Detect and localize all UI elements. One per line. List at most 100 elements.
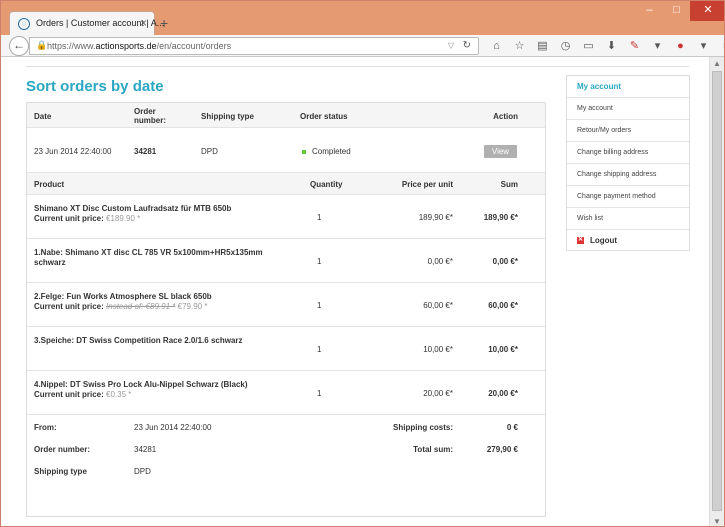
summary-shipping-type-value: DPD (134, 467, 151, 476)
product-name: 2.Felge: Fun Works Atmosphere SL black 6… (34, 292, 212, 311)
window-icon[interactable]: ▭ (577, 38, 600, 54)
header-date: Date (34, 112, 52, 121)
toolbar-icons: ⌂ ☆ ▤ ◷ ▭ ⬇ ✎ ▾ ● ▾ ≡ (485, 38, 724, 54)
sidebar-item-wish-list[interactable]: Wish list (567, 208, 689, 230)
sidebar-item-retour-orders[interactable]: Retour/My orders (567, 120, 689, 142)
table-row: 4.Nippel: DT Swiss Pro Lock Alu-Nippel S… (27, 371, 545, 415)
sidebar-heading[interactable]: My account (567, 76, 689, 98)
header-action: Action (493, 112, 518, 121)
item-sum: 189,90 €* (483, 213, 518, 222)
order-header-row: Date Order number: Shipping type Order s… (27, 103, 545, 128)
star-icon[interactable]: ☆ (508, 38, 531, 54)
window-close-icon[interactable]: ✕ (690, 1, 724, 21)
url-dropdown-icon[interactable]: ▽ (448, 41, 454, 50)
total-sum-label: Total sum: (413, 445, 453, 454)
item-quantity: 1 (317, 345, 322, 354)
shipping-costs-label: Shipping costs: (393, 423, 453, 432)
order-date: 23 Jun 2014 22:40:00 (34, 147, 112, 156)
logout-link[interactable]: ✕ Logout (567, 230, 689, 252)
logout-icon: ✕ (577, 237, 584, 245)
browser-window: ◌ Orders | Customer account | A... × + –… (0, 0, 725, 527)
site-favicon-icon: ◌ (18, 18, 30, 30)
divider (26, 66, 689, 67)
account-sidebar: My account My account Retour/My orders C… (566, 75, 690, 251)
scroll-up-icon[interactable]: ▲ (713, 59, 721, 68)
order-number: 34281 (134, 147, 157, 156)
table-row: 3.Speiche: DT Swiss Competition Race 2.0… (27, 327, 545, 371)
history-icon[interactable]: ◷ (554, 38, 577, 54)
header-order-status: Order status (300, 112, 348, 121)
item-sum: 20,00 €* (488, 389, 518, 398)
page-title[interactable]: Sort orders by date (26, 78, 164, 95)
dropdown-icon[interactable]: ▾ (646, 38, 669, 54)
download-icon[interactable]: ⬇ (600, 38, 623, 54)
item-price: 20,00 €* (423, 389, 453, 398)
item-price: 10,00 €* (423, 345, 453, 354)
title-bar: ◌ Orders | Customer account | A... × + –… (1, 1, 724, 35)
items-header-row: Product Quantity Price per unit Sum (27, 173, 545, 195)
item-sum: 60,00 €* (488, 301, 518, 310)
sidebar-item-billing-address[interactable]: Change billing address (567, 142, 689, 164)
scroll-down-icon[interactable]: ▼ (713, 517, 721, 526)
reload-icon[interactable]: ↻ (463, 40, 471, 51)
header-order-number: Order number: (134, 107, 166, 125)
navigation-toolbar: ← 🔒 https://www.actionsports.de/en/accou… (1, 35, 724, 57)
url-text[interactable]: https://www.actionsports.de/en/account/o… (47, 41, 231, 51)
product-name: Shimano XT Disc Custom Laufradsatz für M… (34, 204, 232, 223)
browser-tab[interactable]: ◌ Orders | Customer account | A... × (9, 11, 164, 35)
back-arrow-icon[interactable]: ← (9, 36, 29, 56)
table-row: 2.Felge: Fun Works Atmosphere SL black 6… (27, 283, 545, 327)
product-name: 4.Nippel: DT Swiss Pro Lock Alu-Nippel S… (34, 380, 248, 399)
new-tab-icon[interactable]: + (160, 15, 168, 31)
order-shipping: DPD (201, 147, 218, 156)
table-row: Shimano XT Disc Custom Laufradsatz für M… (27, 195, 545, 239)
shipping-costs-value: 0 € (506, 423, 518, 432)
summary-order-number-value: 34281 (134, 445, 157, 454)
scroll-thumb[interactable] (712, 71, 722, 511)
lock-icon: 🔒 (36, 40, 48, 50)
item-price: 0,00 €* (427, 257, 453, 266)
order-summary: From: 23 Jun 2014 22:40:00 Shipping cost… (27, 416, 545, 516)
table-row: 1.Nabe: Shimano XT disc CL 785 VR 5x100m… (27, 239, 545, 283)
item-price: 189,90 €* (418, 213, 453, 222)
status-dot-icon (302, 149, 306, 154)
url-bar[interactable]: 🔒 https://www.actionsports.de/en/account… (29, 37, 479, 55)
header-shipping-type: Shipping type (201, 112, 254, 121)
item-quantity: 1 (317, 301, 322, 310)
item-sum: 0,00 €* (492, 257, 518, 266)
item-price: 60,00 €* (423, 301, 453, 310)
item-quantity: 1 (317, 389, 322, 398)
sidebar-item-my-account[interactable]: My account (567, 98, 689, 120)
total-sum-value: 279,90 € (486, 445, 518, 454)
header-sum: Sum (500, 180, 518, 189)
header-quantity: Quantity (310, 180, 343, 189)
tools-icon[interactable]: ✎ (623, 38, 646, 54)
summary-from-label: From: (34, 423, 57, 432)
view-order-button[interactable]: View (484, 145, 517, 158)
header-price-per-unit: Price per unit (401, 180, 453, 189)
item-quantity: 1 (317, 257, 322, 266)
product-name: 1.Nabe: Shimano XT disc CL 785 VR 5x100m… (34, 248, 263, 267)
vertical-scrollbar[interactable]: ▲ ▼ (709, 57, 724, 526)
summary-shipping-type-label: Shipping type (34, 467, 87, 476)
order-row: 23 Jun 2014 22:40:00 34281 DPD Completed… (27, 128, 545, 173)
sidebar-item-shipping-address[interactable]: Change shipping address (567, 164, 689, 186)
header-product: Product (34, 180, 65, 189)
dropdown-icon[interactable]: ▾ (692, 38, 715, 54)
summary-from-value: 23 Jun 2014 22:40:00 (134, 423, 212, 432)
tab-close-icon[interactable]: × (140, 16, 147, 30)
product-name: 3.Speiche: DT Swiss Competition Race 2.0… (34, 336, 243, 345)
minimize-icon[interactable]: – (636, 1, 663, 21)
maximize-icon[interactable]: □ (663, 1, 690, 21)
clipboard-icon[interactable]: ▤ (531, 38, 554, 54)
summary-order-number-label: Order number: (34, 445, 91, 454)
menu-icon[interactable]: ≡ (715, 38, 724, 54)
adblock-icon[interactable]: ● (669, 38, 692, 54)
home-icon[interactable]: ⌂ (485, 38, 508, 54)
order-table: Date Order number: Shipping type Order s… (26, 102, 546, 517)
order-status: Completed (302, 147, 351, 156)
window-controls: – □ ✕ (636, 1, 724, 21)
sidebar-item-payment-method[interactable]: Change payment method (567, 186, 689, 208)
item-quantity: 1 (317, 213, 322, 222)
page-viewport: Sort orders by date Date Order number: S… (1, 57, 711, 526)
